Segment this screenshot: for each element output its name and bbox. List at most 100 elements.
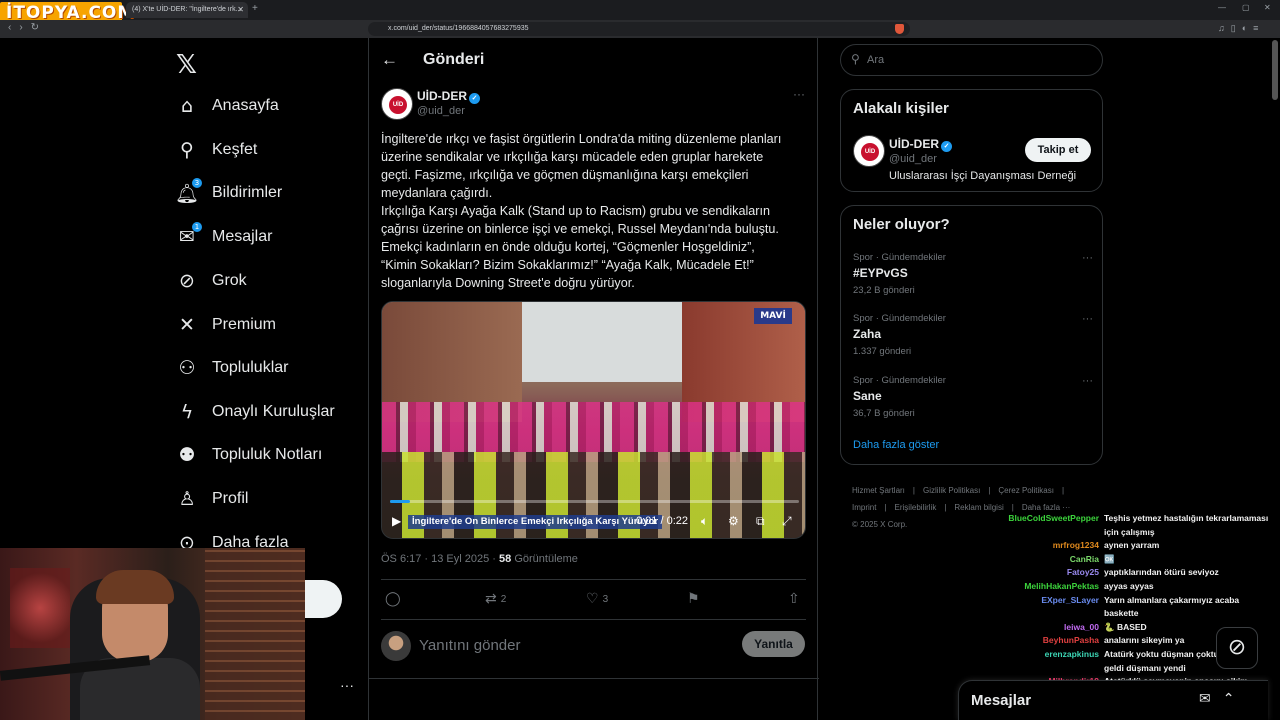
related-avatar[interactable]: UİD xyxy=(853,135,885,167)
footer-link[interactable]: Reklam bilgisi xyxy=(954,503,1003,512)
related-name[interactable]: UİD-DER ✓ xyxy=(889,137,952,152)
toolbar-icons[interactable]: ♫▯◐≡ xyxy=(1218,23,1264,34)
post-button[interactable] xyxy=(304,580,342,618)
browser-tab[interactable]: (4) X'te UİD-DER: "İngiltere'de ırk... ✕ xyxy=(126,2,248,18)
page-title: Gönderi xyxy=(423,51,485,68)
more-icon[interactable]: ··· xyxy=(1082,375,1093,387)
browser-chrome: İTOPYA.COM (4) X'te UİD-DER: "İngiltere'… xyxy=(0,0,1280,38)
more-icon[interactable]: ··· xyxy=(793,87,805,101)
notes-icon: ⚉ xyxy=(178,444,196,466)
messages-drawer[interactable]: Mesajlar ✉⌃ xyxy=(958,680,1268,720)
follow-button[interactable]: Takip et xyxy=(1025,138,1091,162)
trend-item[interactable]: Spor · Gündemdekiler Sane 36,7 B gönderi… xyxy=(853,375,1093,419)
home-icon: ⌂ xyxy=(180,95,194,117)
nav-communities[interactable]: ⚇ Topluluklar xyxy=(176,353,288,383)
bookmark-icon: ⚑ xyxy=(687,591,700,607)
author-name[interactable]: UİD-DER ✓ xyxy=(417,89,480,104)
video-progress-bar[interactable] xyxy=(390,500,799,503)
reply-icon: ◯ xyxy=(385,591,401,607)
chat-username: EXper_SLayer xyxy=(1041,594,1099,605)
nav-label: Keşfet xyxy=(212,141,258,158)
reply-input[interactable]: Yanıtını gönder xyxy=(419,637,520,654)
account-more-icon[interactable]: ··· xyxy=(340,677,354,693)
footer-separator: | xyxy=(1061,486,1065,495)
main-column: ← Gönderi UİD UİD-DER ✓ @uid_der ··· İngi… xyxy=(368,38,819,720)
footer-link[interactable]: Gizlilik Politikası xyxy=(923,486,980,495)
streamer-hair xyxy=(96,570,174,604)
post-meta: ÖS 6:17 · 13 Eyl 2025 · 58 Görüntüleme xyxy=(381,553,578,565)
brave-shield-icon[interactable] xyxy=(895,24,904,34)
share-action[interactable]: ⇧ xyxy=(788,591,800,607)
nav-verified-orgs[interactable]: ϟ Onaylı Kuruluşlar xyxy=(176,397,335,427)
footer-link[interactable]: Çerez Politikası xyxy=(998,486,1054,495)
reply-action[interactable]: ◯ xyxy=(385,591,401,607)
maximize-icon[interactable]: ▢ xyxy=(1242,3,1250,12)
nav-notifications[interactable]: 🔔︎ 3 Bildirimler xyxy=(175,178,282,208)
communities-icon: ⚇ xyxy=(178,357,196,379)
compose-message-icon[interactable]: ✉⌃ xyxy=(1199,691,1246,707)
fullscreen-icon[interactable]: ⤢ xyxy=(782,514,792,529)
more-icon[interactable]: ··· xyxy=(1082,313,1093,325)
nav-grok[interactable]: ⊘ Grok xyxy=(176,266,247,296)
retweet-icon: ⇄ xyxy=(485,591,497,607)
author-avatar[interactable]: UİD xyxy=(381,88,413,120)
nav-arrows[interactable]: ‹›↻ xyxy=(8,22,47,33)
chat-message: Teşhis yetmez hastalığın tekrarlamaması … xyxy=(1104,513,1269,537)
show-more-link[interactable]: Daha fazla göster xyxy=(853,439,939,451)
tab-title: (4) X'te UİD-DER: "İngiltere'de ırk... xyxy=(132,6,242,13)
post-timestamp[interactable]: ÖS 6:17 · 13 Eyl 2025 · xyxy=(381,553,499,565)
play-icon[interactable]: ▶ xyxy=(392,514,401,528)
footer-link[interactable]: Erişilebilirlik xyxy=(895,503,937,512)
nav-home[interactable]: ⌂ Anasayfa xyxy=(176,91,279,121)
author-handle[interactable]: @uid_der xyxy=(417,105,465,117)
nav-label: Topluluklar xyxy=(212,359,289,376)
close-icon[interactable]: ✕ xyxy=(237,2,244,18)
footer-separator: | xyxy=(1011,503,1014,512)
trend-category: Spor · Gündemdekiler xyxy=(853,252,946,263)
pip-icon[interactable]: ⧉ xyxy=(756,514,765,529)
footer-link[interactable]: Imprint xyxy=(852,503,876,512)
related-handle[interactable]: @uid_der xyxy=(889,153,937,165)
trend-item[interactable]: Spor · Gündemdekiler #EYPvGS 23,2 B gönd… xyxy=(853,252,1093,296)
bookmark-action[interactable]: ⚑ xyxy=(687,591,700,607)
footer-more-link[interactable]: Daha fazla ··· xyxy=(1022,503,1070,512)
verified-badge-icon: ✓ xyxy=(941,141,952,152)
x-logo-icon[interactable]: 𝕏 xyxy=(176,50,197,80)
chat-message: Yarın almanlara çakarmıyız acaba baskett… xyxy=(1104,594,1240,619)
reply-button[interactable]: Yanıtla xyxy=(742,631,805,657)
nav-label: Profil xyxy=(212,490,249,507)
search-box[interactable]: ⚲ Ara xyxy=(840,44,1103,76)
nav-premium[interactable]: ✕ Premium xyxy=(176,310,276,340)
video-watermark: MAVİ xyxy=(754,308,792,324)
minimize-icon[interactable]: — xyxy=(1218,3,1226,12)
lightning-icon: ϟ xyxy=(180,401,194,423)
trend-category: Spor · Gündemdekiler xyxy=(853,313,946,324)
nav-community-notes[interactable]: ⚉ Topluluk Notları xyxy=(176,440,322,470)
nav-label: Grok xyxy=(212,272,247,289)
url-bar[interactable]: x.com/uid_der/status/1966884057683275935 xyxy=(368,22,910,36)
user-avatar[interactable] xyxy=(381,631,411,661)
lamp-light xyxy=(10,568,70,648)
copyright: © 2025 X Corp. xyxy=(852,520,908,529)
grok-icon[interactable]: ⊘ xyxy=(1216,627,1258,669)
trend-item[interactable]: Spor · Gündemdekiler Zaha 1.337 gönderi … xyxy=(853,313,1093,357)
retweet-action[interactable]: ⇄ 2 xyxy=(485,591,506,607)
footer-link[interactable]: Hizmet Şartları xyxy=(852,486,905,495)
new-tab-icon[interactable]: + xyxy=(252,3,258,14)
video-caption: İngiltere'de On Binlerce Emekçi Irkçılığ… xyxy=(408,515,663,529)
more-icon[interactable]: ··· xyxy=(1082,252,1093,264)
nav-messages[interactable]: ✉ 1 Mesajlar xyxy=(176,222,272,252)
like-action[interactable]: ♡ 3 xyxy=(586,591,608,607)
webcam-overlay xyxy=(0,548,305,720)
divider xyxy=(381,619,806,620)
settings-icon[interactable]: ⚙ xyxy=(728,514,739,528)
nav-profile[interactable]: ♙ Profil xyxy=(176,484,248,514)
nav-label: Topluluk Notları xyxy=(212,446,323,463)
scrollbar[interactable] xyxy=(1272,40,1278,100)
footer-separator: | xyxy=(988,486,991,495)
nav-explore[interactable]: ⚲ Keşfet xyxy=(176,135,257,165)
volume-icon[interactable]: 🔈︎ xyxy=(701,514,708,529)
post-video[interactable]: MAVİ ▶ İngiltere'de On Binlerce Emekçi I… xyxy=(381,301,806,539)
back-arrow-icon[interactable]: ← xyxy=(381,50,398,70)
close-window-icon[interactable]: ✕ xyxy=(1264,3,1271,12)
